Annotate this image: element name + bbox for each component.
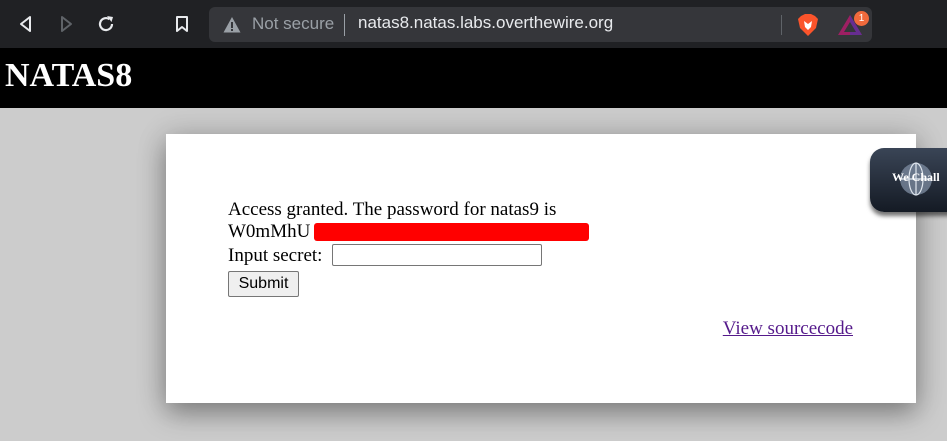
back-icon[interactable] (14, 12, 38, 36)
wechall-label: We Chall (892, 170, 940, 184)
security-label[interactable]: Not secure (252, 14, 334, 34)
password-text: W0mMhU (228, 221, 311, 242)
input-label: Input secret: (228, 245, 323, 266)
reload-icon[interactable] (94, 12, 118, 36)
brave-shields-icon[interactable] (797, 13, 819, 37)
warning-icon[interactable] (223, 16, 241, 34)
address-bar[interactable]: Not secure natas8.natas.labs.overthewire… (209, 7, 872, 42)
page-header: NATAS8 (0, 48, 947, 108)
access-granted-text: Access granted. The password for natas9 … (228, 199, 557, 220)
secret-input[interactable] (332, 244, 542, 266)
wechall-widget[interactable]: We Chall (870, 148, 947, 212)
content-box: Access granted. The password for natas9 … (166, 134, 916, 403)
forward-icon[interactable] (54, 12, 78, 36)
url-separator (344, 14, 345, 36)
browser-toolbar: Not secure natas8.natas.labs.overthewire… (0, 0, 947, 48)
omnibox-divider (781, 15, 782, 35)
password-redaction (314, 223, 589, 241)
page-title: NATAS8 (5, 57, 133, 94)
url-text[interactable]: natas8.natas.labs.overthewire.org (358, 13, 613, 33)
bookmark-icon[interactable] (170, 12, 194, 36)
rewards-badge: 1 (854, 11, 869, 26)
submit-button[interactable]: Submit (228, 271, 299, 297)
view-sourcecode-link[interactable]: View sourcecode (723, 318, 853, 340)
